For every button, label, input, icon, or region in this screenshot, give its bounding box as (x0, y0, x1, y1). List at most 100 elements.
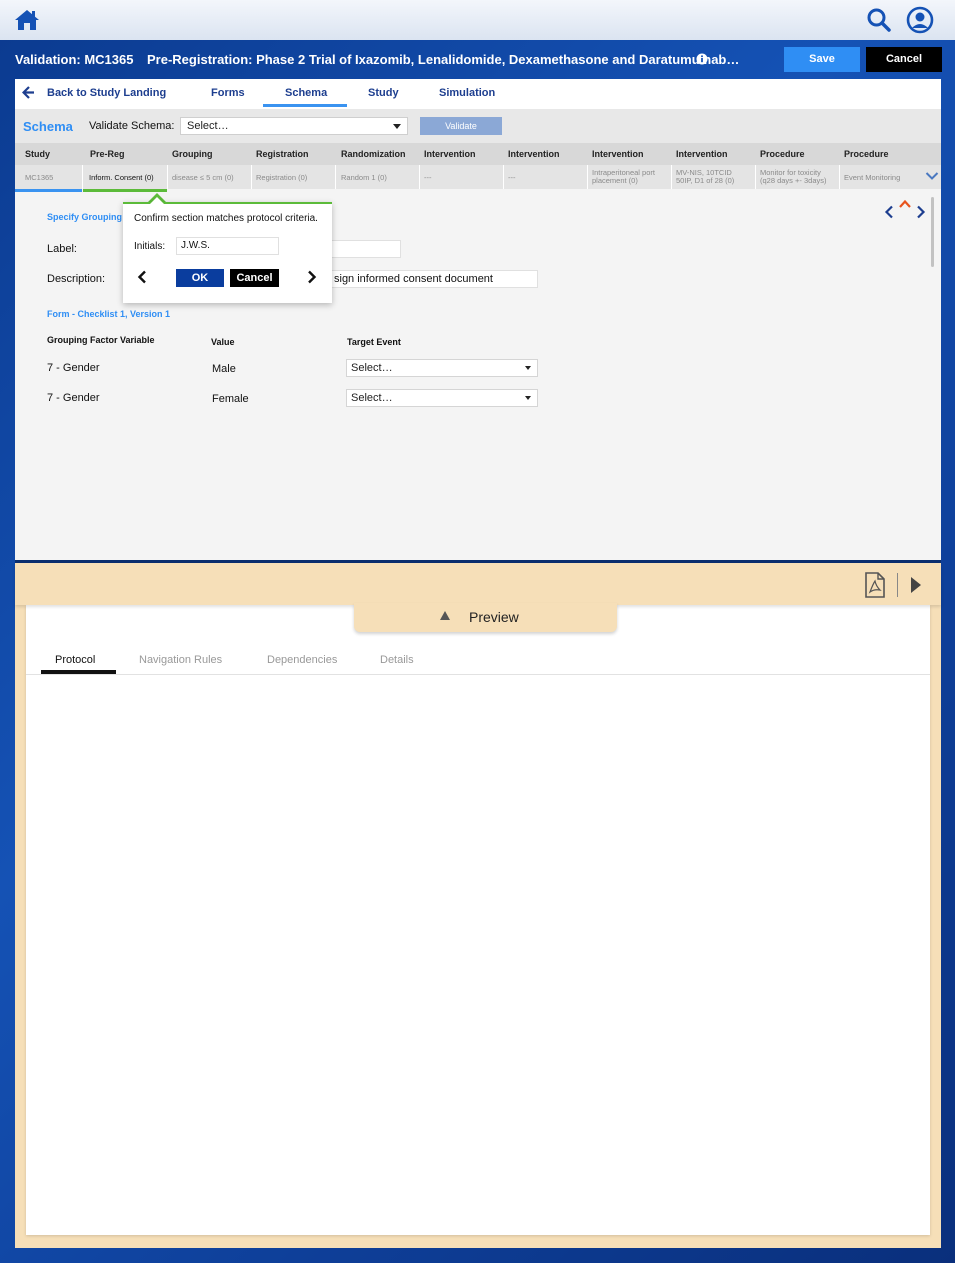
col-value: Value (211, 337, 235, 347)
preview-tab-navigation-rules[interactable]: Navigation Rules (139, 654, 222, 666)
chevron-left-icon[interactable] (137, 270, 147, 284)
active-tab-indicator (263, 104, 347, 107)
cell-divider (419, 165, 420, 189)
preview-label[interactable]: Preview (469, 609, 519, 625)
preview-active-tab-indicator (41, 670, 116, 674)
tab-simulation[interactable]: Simulation (439, 87, 495, 99)
save-button[interactable]: Save (784, 47, 860, 72)
col-header-randomization: Randomization (341, 149, 406, 159)
vertical-scrollbar[interactable] (931, 197, 934, 267)
pdf-icon[interactable] (864, 572, 886, 598)
chevron-right-icon[interactable] (916, 205, 926, 219)
active-column-indicator (83, 189, 167, 192)
preview-tabs-rule (26, 674, 930, 675)
specify-grouping-heading: Specify Grouping (47, 212, 123, 222)
cell-randomization[interactable]: Random 1 (0) (341, 174, 387, 182)
preview-tab-dependencies[interactable]: Dependencies (267, 654, 337, 666)
row-variable: 7 - Gender (47, 362, 100, 374)
target-event-select[interactable]: Select… (346, 359, 538, 377)
description-label: Description: (47, 273, 106, 285)
cell-divider (671, 165, 672, 189)
chevron-down-icon (393, 124, 401, 129)
chevron-up-icon[interactable] (898, 199, 912, 209)
cell-divider (251, 165, 252, 189)
row-variable: 7 - Gender (47, 392, 100, 404)
target-event-select-value: Select… (351, 392, 393, 404)
cell-registration[interactable]: Registration (0) (256, 174, 307, 182)
triangle-up-icon (440, 611, 450, 620)
cell-procedure-1[interactable]: Monitor for toxicity (q28 days +- 3days) (760, 169, 827, 185)
preview-tab-details[interactable]: Details (380, 654, 414, 666)
back-arrow-icon[interactable] (22, 86, 35, 99)
validate-schema-select[interactable]: Select… (180, 117, 408, 135)
col-header-intervention-1: Intervention (424, 149, 476, 159)
label-input[interactable] (331, 240, 401, 258)
cell-intervention-2[interactable]: --- (508, 174, 516, 182)
back-to-study-landing-link[interactable]: Back to Study Landing (47, 87, 166, 99)
cell-line: placement (0) (592, 176, 638, 185)
cell-divider (839, 165, 840, 189)
validate-schema-label: Validate Schema: (89, 120, 175, 132)
app-bar (0, 0, 955, 40)
tab-forms[interactable]: Forms (211, 87, 245, 99)
cell-divider (755, 165, 756, 189)
cell-divider (335, 165, 336, 189)
cell-study[interactable]: MC1365 (25, 174, 53, 182)
row-value: Female (212, 393, 249, 405)
initials-label: Initials: (134, 241, 166, 252)
col-header-registration: Registration (256, 149, 309, 159)
initials-input[interactable]: J.W.S. (176, 237, 279, 255)
chevron-down-icon (525, 366, 531, 370)
popover-cancel-button[interactable]: Cancel (230, 269, 279, 287)
validation-title: Validation: MC1365 (15, 52, 134, 67)
label-label: Label: (47, 243, 77, 255)
cell-line: (q28 days +- 3days) (760, 176, 827, 185)
col-header-intervention-3: Intervention (592, 149, 644, 159)
search-icon[interactable] (866, 7, 892, 33)
cancel-button[interactable]: Cancel (866, 47, 942, 72)
user-icon[interactable] (906, 6, 934, 34)
target-event-select[interactable]: Select… (346, 389, 538, 407)
schema-heading: Schema (23, 119, 73, 134)
description-input[interactable]: sign informed consent document (329, 270, 538, 288)
toolbar-divider (897, 573, 898, 597)
tab-study[interactable]: Study (368, 87, 399, 99)
chevron-down-icon[interactable] (925, 171, 939, 181)
cell-intervention-3[interactable]: Intraperitoneal port placement (0) (592, 169, 655, 185)
cell-intervention-1[interactable]: --- (424, 174, 432, 182)
protocol-title: Pre-Registration: Phase 2 Trial of Ixazo… (147, 52, 740, 67)
cell-divider (167, 165, 168, 189)
popover-message: Confirm section matches protocol criteri… (134, 213, 318, 224)
preview-drawer-header (15, 563, 941, 605)
ok-button[interactable]: OK (176, 269, 224, 287)
col-header-pre-reg: Pre-Reg (90, 149, 125, 159)
tab-schema[interactable]: Schema (285, 87, 327, 99)
col-header-procedure-2: Procedure (844, 149, 889, 159)
cell-divider (82, 165, 83, 189)
cell-divider (503, 165, 504, 189)
selected-column-indicator (15, 189, 82, 192)
validate-schema-select-value: Select… (187, 120, 229, 132)
cell-procedure-2[interactable]: Event Monitoring (844, 174, 900, 182)
col-header-procedure-1: Procedure (760, 149, 805, 159)
target-event-select-value: Select… (351, 362, 393, 374)
info-icon[interactable] (696, 53, 708, 65)
play-icon[interactable] (911, 577, 921, 593)
chevron-right-icon[interactable] (307, 270, 317, 284)
col-header-intervention-4: Intervention (676, 149, 728, 159)
cell-intervention-4[interactable]: MV-NIS, 10TCID 50IP, D1 of 28 (0) (676, 169, 734, 185)
col-header-intervention-2: Intervention (508, 149, 560, 159)
col-header-study: Study (25, 149, 51, 159)
cell-grouping[interactable]: disease ≤ 5 cm (0) (172, 174, 234, 182)
cell-line: 50IP, D1 of 28 (0) (676, 176, 735, 185)
preview-tab-protocol[interactable]: Protocol (55, 654, 95, 666)
home-icon[interactable] (14, 8, 40, 32)
col-target-event: Target Event (347, 337, 401, 347)
col-grouping-factor-variable: Grouping Factor Variable (47, 335, 155, 345)
chevron-left-icon[interactable] (884, 205, 894, 219)
cell-pre-reg[interactable]: Inform. Consent (0) (89, 174, 154, 182)
chevron-down-icon (525, 396, 531, 400)
validate-button[interactable]: Validate (420, 117, 502, 135)
popover-notch (149, 197, 165, 205)
cell-divider (587, 165, 588, 189)
